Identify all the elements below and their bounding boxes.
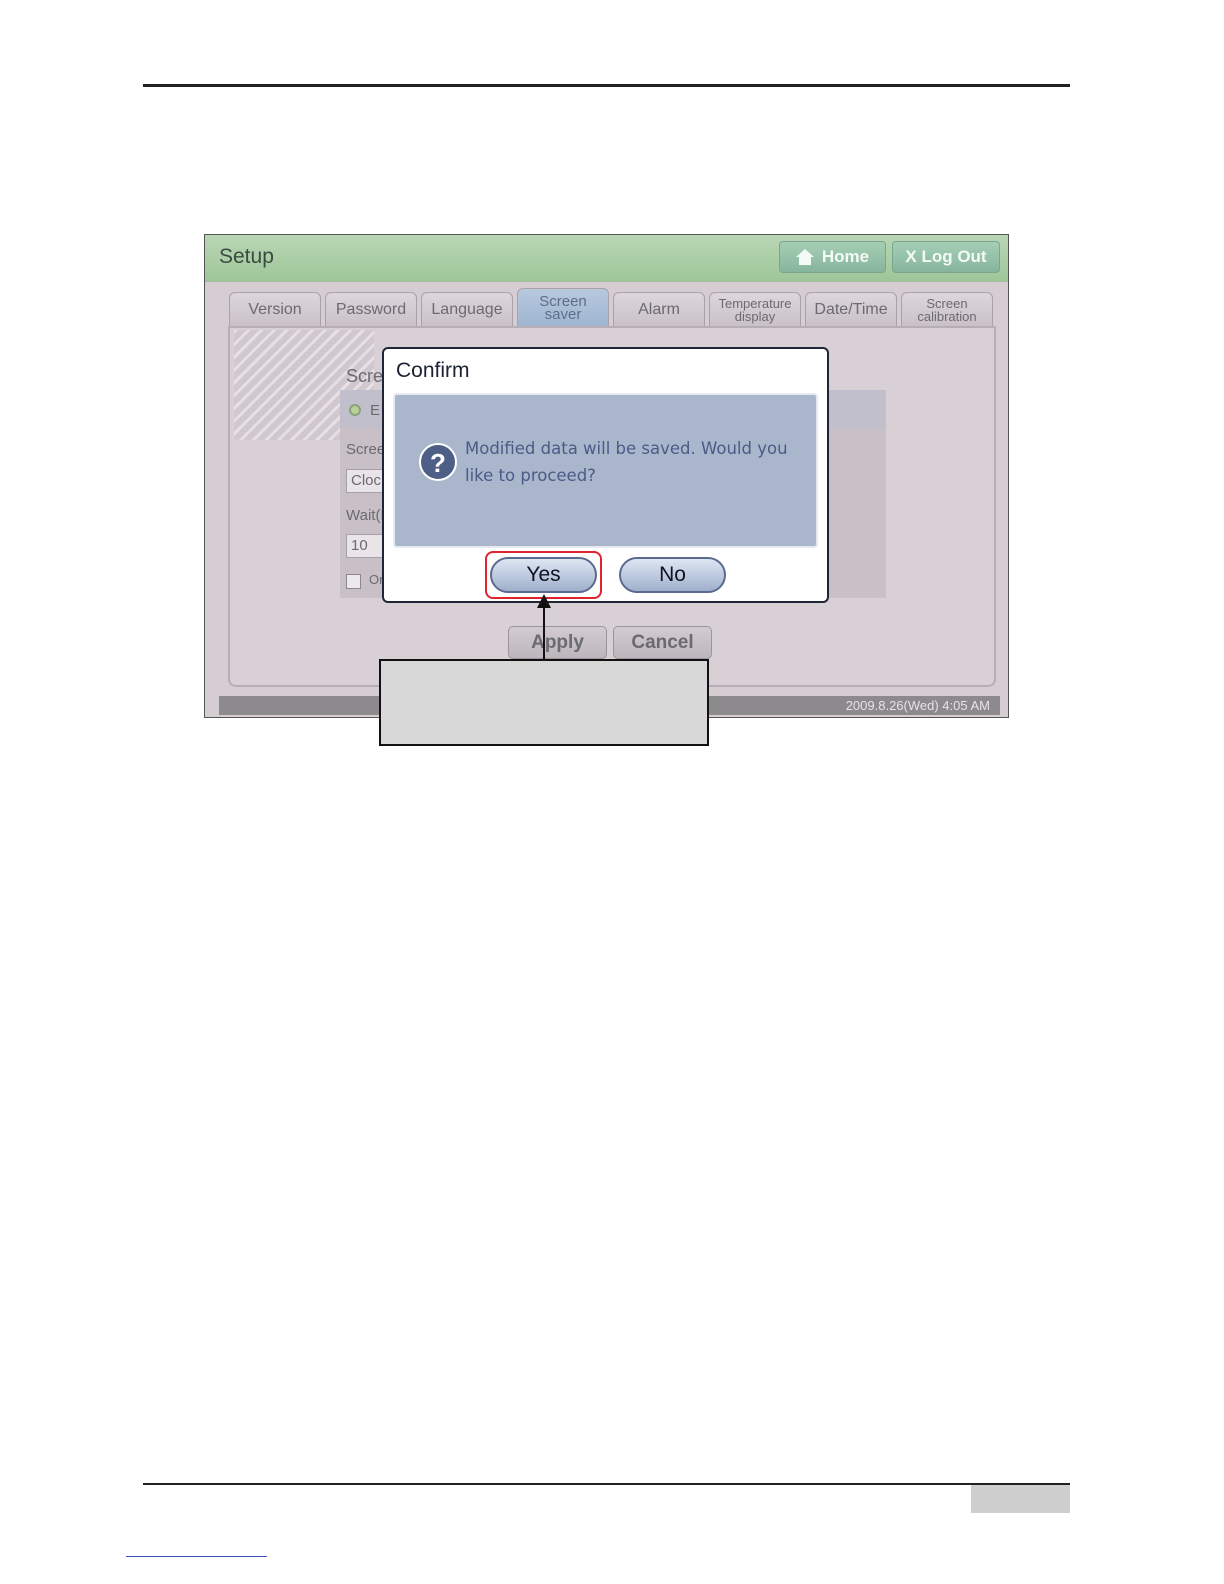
dialog-message-line1: Modified data will be saved. Would you (465, 439, 788, 458)
home-button[interactable]: Home (779, 241, 886, 273)
home-icon (795, 249, 814, 265)
tab-bar: Version Password Language Screen saver A… (229, 288, 993, 326)
logout-button-label: X Log Out (905, 247, 987, 266)
tab-screen-saver[interactable]: Screen saver (517, 288, 609, 326)
app-title: Setup (219, 245, 274, 268)
dialog-message-line2: like to proceed? (465, 466, 596, 485)
confirm-dialog: Confirm ? Modified data will be saved. W… (382, 347, 829, 603)
enable-radio[interactable] (349, 404, 361, 416)
tab-password[interactable]: Password (325, 292, 417, 326)
tab-date-time[interactable]: Date/Time (805, 292, 897, 326)
dialog-title: Confirm (396, 359, 470, 382)
tab-version[interactable]: Version (229, 292, 321, 326)
section-title-fragment: Scre (346, 366, 384, 386)
option-checkbox[interactable] (346, 574, 361, 589)
footer-rule (143, 1483, 1070, 1485)
screenshot-frame: Setup Home X Log Out Version Password La… (204, 234, 1009, 718)
status-clock: 2009.8.26(Wed) 4:05 AM (845, 698, 990, 713)
tab-screen-calibration[interactable]: Screen calibration (901, 292, 993, 326)
yes-button[interactable]: Yes (490, 557, 597, 593)
question-icon: ? (419, 443, 457, 481)
home-button-label: Home (821, 247, 870, 266)
screen-label-fragment: Scree (346, 441, 386, 458)
cancel-button[interactable]: Cancel (613, 626, 712, 659)
apply-button[interactable]: Apply (508, 626, 607, 659)
callout-arrow-line (543, 603, 545, 660)
title-bar: Setup Home X Log Out (205, 235, 1008, 282)
no-button[interactable]: No (619, 557, 726, 593)
dialog-message: Modified data will be saved. Would you l… (465, 435, 805, 489)
tab-language[interactable]: Language (421, 292, 513, 326)
page-number-tab (971, 1485, 1070, 1513)
dialog-message-box: ? Modified data will be saved. Would you… (393, 393, 818, 548)
footer-link-underline[interactable] (126, 1556, 267, 1557)
header-rule (143, 84, 1070, 87)
logout-button[interactable]: X Log Out (892, 241, 1000, 273)
tab-alarm[interactable]: Alarm (613, 292, 705, 326)
callout-box (379, 659, 709, 746)
tab-temperature-display[interactable]: Temperature display (709, 292, 801, 326)
radio-label-fragment: E (370, 402, 381, 419)
